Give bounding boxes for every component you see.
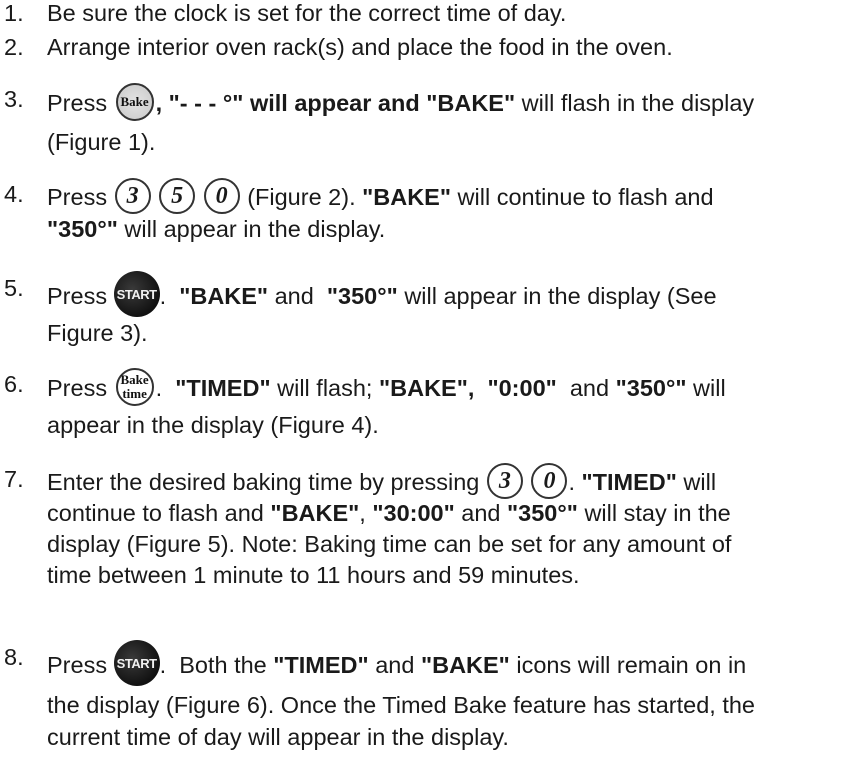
step-number: 1. [4,0,24,26]
bake-time-key-line-1: Bake [120,372,149,387]
time-word: "30:00" [372,500,455,526]
step-text: will flash in the display [515,90,755,117]
timed-word: "TIMED" [175,375,271,402]
temp-word: "350°" [615,375,687,402]
temp-word: "350°" [326,283,398,310]
step-text: will appear in the display (See [404,283,717,310]
number-key-3-icon: 3 [486,463,523,499]
step-line-1: Press Bake, "- - - °" will appear and "B… [47,83,837,124]
step-number: 7. [4,466,24,492]
period: . [568,469,575,496]
press-text: Press [47,184,108,211]
step-number: 2. [4,34,24,60]
step-number: 8. [4,644,24,670]
and-text: and [461,500,501,526]
bake-word: "BAKE" [270,500,360,526]
bake-key-icon: Bake [115,83,154,121]
step-text: will continue to flash and [457,184,714,211]
step-line-4: time between 1 minute to 11 hours and 59… [47,562,580,588]
step-line-1: Press 3 5 0 (Figure 2). "BAKE" will cont… [47,178,837,217]
step-number: 5. [4,275,24,301]
step-number: 4. [4,181,24,207]
and-text: and [569,375,610,402]
display-text: , "- - - °" will appear and [155,90,427,117]
number-key-3-icon: 3 [114,178,151,214]
number-key-0-icon: 0 [203,178,240,214]
step-text: will appear in the display. [124,216,386,242]
comma: , [359,500,366,526]
step-number: 6. [4,371,24,397]
step-line-2: continue to flash and "BAKE", "30:00" an… [47,500,837,527]
step-line-2: (Figure 1). [47,129,156,155]
figure-ref: (Figure 2). [247,184,356,211]
step-line-3: current time of day will appear in the d… [47,724,509,750]
bake-word: "BAKE" [426,90,516,117]
start-key-icon: START [113,640,160,686]
and-text: and [375,652,415,679]
step-text: Arrange interior oven rack(s) and place … [47,34,673,60]
step-text: will flash; [277,375,373,402]
bake-word: "BAKE" [362,184,451,211]
will-text: will [683,469,717,496]
step-text: will stay in the [584,500,731,526]
step-text: Enter the desired baking time by pressin… [47,469,480,496]
step-text: Both the [179,652,267,679]
start-key-icon: START [113,271,160,317]
step-line-2: appear in the display (Figure 4). [47,412,379,438]
will-text: will [693,375,726,402]
temp-word: "350°" [507,500,578,526]
number-key-0-icon: 0 [531,463,568,499]
step-line-1: Press Bake time . "TIMED" will flash; "B… [47,368,837,409]
bake-word: "BAKE", [379,375,475,402]
period: . [159,652,167,679]
press-text: Press [47,283,108,310]
press-text: Press [47,375,108,402]
step-line-2: Figure 3). [47,320,148,346]
step-number: 3. [4,86,24,112]
timed-word: "TIMED" [581,469,677,496]
number-key-5-icon: 5 [159,178,196,214]
step-text: Be sure the clock is set for the correct… [47,0,567,26]
step-text: continue to flash and [47,500,264,526]
step-line-3: display (Figure 5). Note: Baking time ca… [47,531,732,557]
time-word: "0:00" [487,375,557,402]
period: . [159,283,167,310]
period: . [155,375,163,402]
bake-time-key-line-2: time [122,386,147,401]
timed-word: "TIMED" [273,652,369,679]
step-line-1: Enter the desired baking time by pressin… [47,463,837,502]
bake-time-key-icon: Bake time [115,368,154,406]
bake-word: "BAKE" [420,652,510,679]
press-text: Press [47,90,108,117]
and-text: and [274,283,314,310]
step-line-2: "350°" will appear in the display. [47,216,837,243]
step-line-2: the display (Figure 6). Once the Timed B… [47,692,755,718]
temp-word: "350°" [47,216,118,242]
step-line-1: Press START. "BAKE" and "350°" will appe… [47,271,837,321]
step-line-1: Press START. Both the "TIMED" and "BAKE"… [47,640,837,690]
step-text: icons will remain on in [516,652,747,679]
press-text: Press [47,652,108,679]
bake-word: "BAKE" [179,283,269,310]
